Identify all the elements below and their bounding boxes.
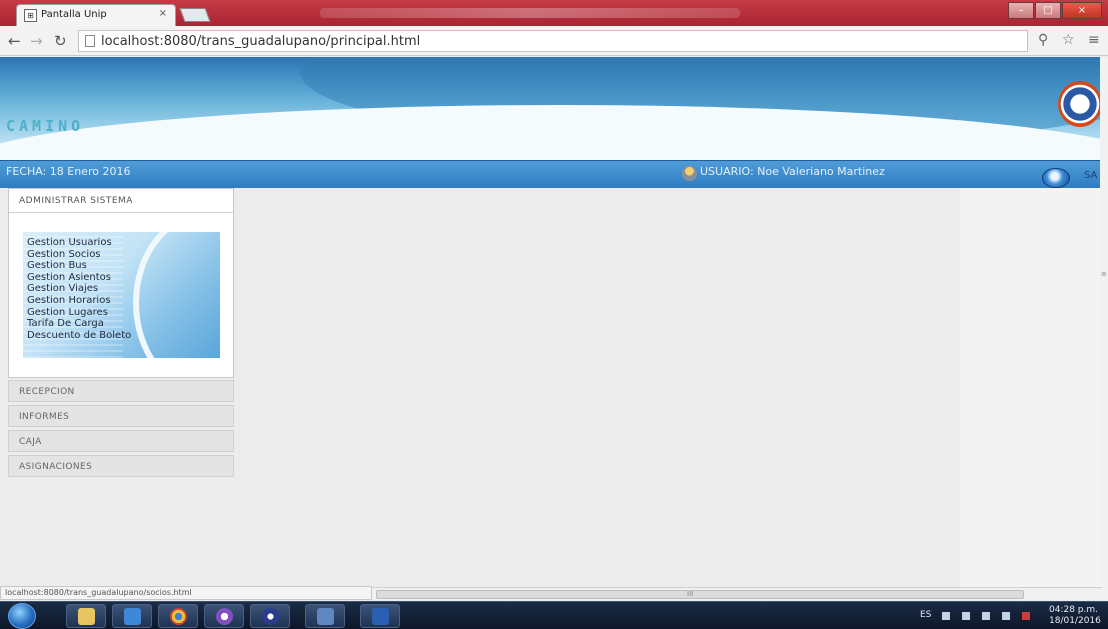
reload-icon[interactable]: ↻ xyxy=(54,32,67,50)
taskbar-app[interactable] xyxy=(204,604,244,628)
language-indicator[interactable]: ES xyxy=(920,610,931,620)
media-player-icon xyxy=(124,608,141,625)
menu-item-gestion-lugares[interactable]: Gestion Lugares xyxy=(27,307,131,319)
section-asignaciones[interactable]: ASIGNACIONES xyxy=(8,455,234,477)
menu-item-gestion-bus[interactable]: Gestion Bus xyxy=(27,260,131,272)
screen: ⊞ Pantalla Unip × – □ × ← → ↻ localhost:… xyxy=(0,0,1108,629)
vertical-scrollbar[interactable]: ≡ xyxy=(1100,57,1108,601)
tray-network-icon[interactable] xyxy=(962,612,970,620)
tab-close-icon[interactable]: × xyxy=(159,8,167,19)
status-url-tooltip: localhost:8080/trans_guadalupano/socios.… xyxy=(0,586,372,600)
menu-item-gestion-viajes[interactable]: Gestion Viajes xyxy=(27,283,131,295)
taskbar-explorer[interactable] xyxy=(66,604,106,628)
sidebar-menu: ADMINISTRAR SISTEMA Gestion Usuarios Ges… xyxy=(8,188,234,477)
header-banner: CAMINO xyxy=(0,57,1100,160)
taskbar-media[interactable] xyxy=(112,604,152,628)
browser-toolbar: ← → ↻ localhost:8080/trans_guadalupano/p… xyxy=(0,26,1108,56)
menu-item-gestion-socios[interactable]: Gestion Socios xyxy=(27,249,131,261)
right-content-area xyxy=(960,188,1100,587)
vertical-scroll-grip[interactable]: ≡ xyxy=(1101,270,1107,278)
page-favicon-icon: ⊞ xyxy=(24,9,37,22)
main-content-area xyxy=(250,188,960,587)
folder-icon xyxy=(78,608,95,625)
section-caja[interactable]: CAJA xyxy=(8,430,234,452)
taskbar-eclipse[interactable] xyxy=(250,604,290,628)
logout-label[interactable]: SA xyxy=(1084,170,1097,181)
menu-icon[interactable]: ≡ xyxy=(1088,32,1100,48)
taskbar-app2[interactable] xyxy=(305,604,345,628)
forward-arrow-icon[interactable]: → xyxy=(30,32,43,50)
admin-section-header[interactable]: ADMINISTRAR SISTEMA xyxy=(9,189,233,213)
menu-item-descuento-de-boleto[interactable]: Descuento de Boleto xyxy=(27,330,131,342)
menu-item-tarifa-de-carga[interactable]: Tarifa De Carga xyxy=(27,318,131,330)
browser-tab[interactable]: ⊞ Pantalla Unip × xyxy=(16,4,176,26)
windows-taskbar: ES 04:28 p.m. 18/01/2016 xyxy=(0,601,1108,629)
tray-alert-icon[interactable] xyxy=(1022,612,1030,620)
horizontal-scrollbar[interactable]: III xyxy=(372,587,1102,600)
section-recepcion[interactable]: RECEPCION xyxy=(8,380,234,402)
tray-volume-icon[interactable] xyxy=(1002,612,1010,620)
close-window-button[interactable]: × xyxy=(1062,2,1102,19)
new-tab-button[interactable] xyxy=(179,8,211,22)
taskbar-chrome[interactable] xyxy=(158,604,198,628)
browser-titlebar: ⊞ Pantalla Unip × – □ × xyxy=(0,0,1108,26)
admin-menu-list: Gestion Usuarios Gestion Socios Gestion … xyxy=(27,237,131,341)
user-icon xyxy=(682,166,697,181)
admin-menu-box: Gestion Usuarios Gestion Socios Gestion … xyxy=(23,232,220,358)
bookmark-star-icon[interactable]: ☆ xyxy=(1062,32,1075,48)
clock-date[interactable]: 18/01/2016 xyxy=(1049,616,1101,626)
start-button[interactable] xyxy=(8,603,36,629)
network-icon xyxy=(317,608,334,625)
chrome-icon xyxy=(170,608,187,625)
scroll-grip: III xyxy=(687,590,694,598)
taskbar-word[interactable] xyxy=(360,604,400,628)
logout-icon[interactable] xyxy=(1042,168,1070,188)
window-title-blurred xyxy=(320,8,740,18)
minimize-button[interactable]: – xyxy=(1008,2,1034,19)
date-label: FECHA: 18 Enero 2016 xyxy=(6,165,131,178)
user-label: USUARIO: Noe Valeriano Martinez xyxy=(700,165,885,178)
word-icon xyxy=(372,608,389,625)
horizontal-scroll-thumb[interactable]: III xyxy=(376,590,1024,599)
page-icon xyxy=(85,35,95,47)
menu-item-gestion-asientos[interactable]: Gestion Asientos xyxy=(27,272,131,284)
menu-item-gestion-horarios[interactable]: Gestion Horarios xyxy=(27,295,131,307)
eclipse-icon xyxy=(262,608,279,625)
info-bar: FECHA: 18 Enero 2016 USUARIO: Noe Valeri… xyxy=(0,160,1100,188)
clock-time[interactable]: 04:28 p.m. xyxy=(1049,605,1098,615)
web-page: CAMINO FECHA: 18 Enero 2016 USUARIO: Noe… xyxy=(0,57,1100,587)
section-informes[interactable]: INFORMES xyxy=(8,405,234,427)
app-icon xyxy=(216,608,233,625)
address-url: localhost:8080/trans_guadalupano/princip… xyxy=(101,34,421,49)
menu-item-gestion-usuarios[interactable]: Gestion Usuarios xyxy=(27,237,131,249)
admin-panel: ADMINISTRAR SISTEMA Gestion Usuarios Ges… xyxy=(8,188,234,378)
zoom-icon[interactable]: ⚲ xyxy=(1038,32,1048,48)
tab-title: Pantalla Unip xyxy=(41,9,107,20)
tray-arrow-icon[interactable] xyxy=(942,612,950,620)
brand-title: CAMINO xyxy=(6,117,85,135)
company-logo xyxy=(1058,81,1100,127)
back-arrow-icon[interactable]: ← xyxy=(8,32,21,50)
address-bar[interactable]: localhost:8080/trans_guadalupano/princip… xyxy=(78,30,1028,52)
maximize-button[interactable]: □ xyxy=(1035,2,1061,19)
tray-flag-icon[interactable] xyxy=(982,612,990,620)
window-controls: – □ × xyxy=(1007,2,1102,20)
